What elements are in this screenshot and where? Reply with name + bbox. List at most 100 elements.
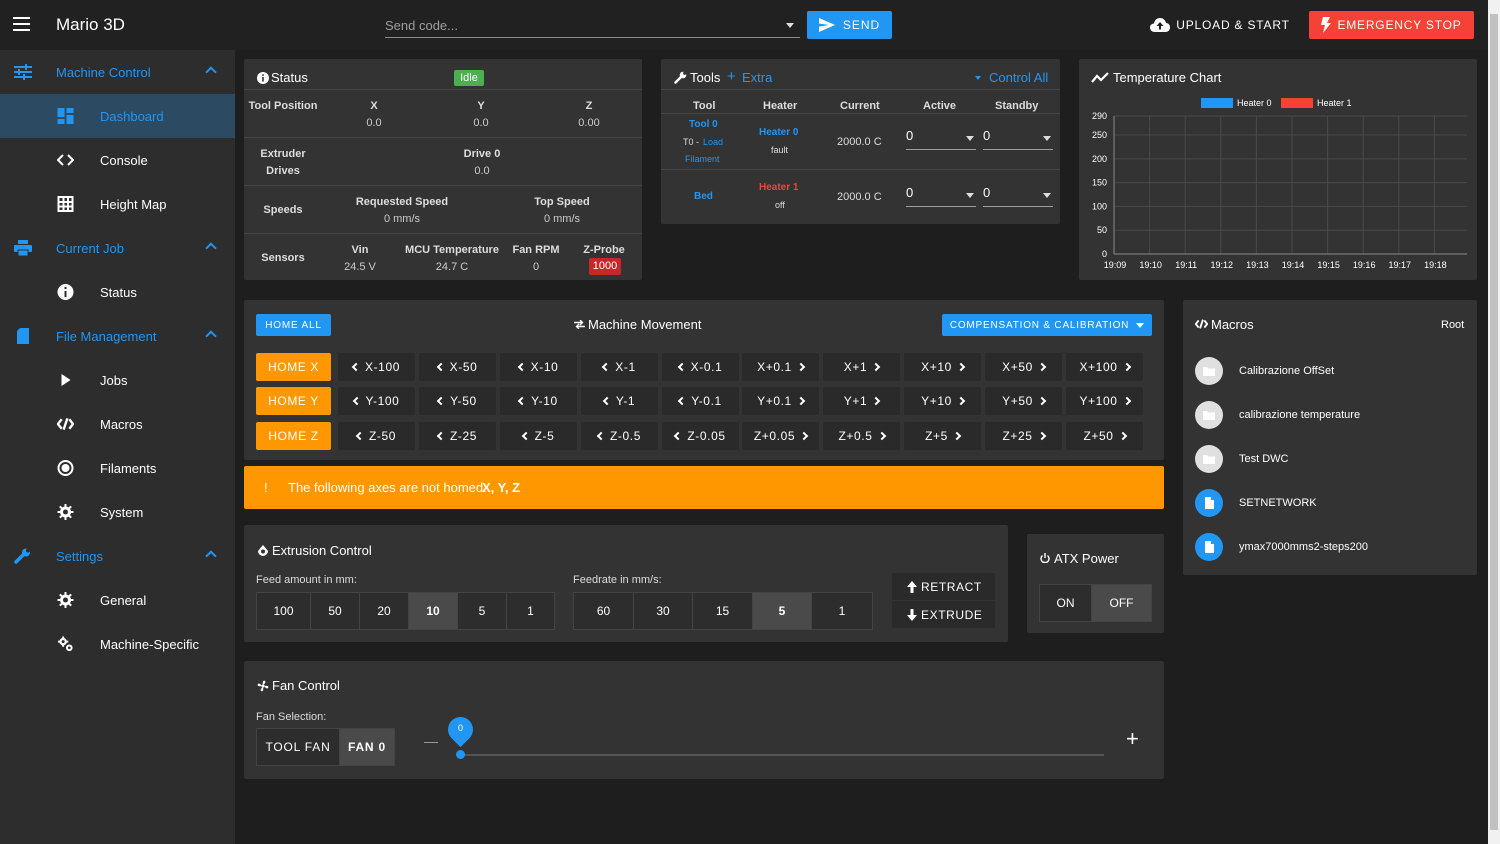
move-button[interactable]: Z-0.5	[581, 422, 658, 450]
heater-1-active-select[interactable]: 0	[906, 185, 976, 207]
macro-name: ymax7000mms2-steps200	[1239, 541, 1369, 553]
move-button[interactable]: Z-0.05	[662, 422, 739, 450]
fan-0-button[interactable]: FAN 0	[340, 729, 394, 765]
move-button[interactable]: Z+25	[985, 422, 1062, 450]
decrease-fan-button[interactable]: —	[424, 733, 438, 749]
scrollbar-thumb[interactable]	[1490, 14, 1498, 830]
send-button[interactable]: SEND	[807, 11, 892, 39]
page-scrollbar[interactable]	[1488, 0, 1500, 844]
filament-link[interactable]: Filament	[685, 154, 720, 164]
nav-item-height-map[interactable]: Height Map	[0, 182, 235, 226]
move-button[interactable]: Y+0.1	[742, 387, 819, 415]
macro-list-item[interactable]: ymax7000mms2-steps200	[1183, 527, 1477, 571]
feedrate-option[interactable]: 60	[574, 593, 634, 629]
feedrate-option[interactable]: 30	[634, 593, 693, 629]
extrude-button[interactable]: EXTRUDE	[892, 601, 995, 628]
feed-amount-option[interactable]: 20	[360, 593, 409, 629]
move-button[interactable]: X+100	[1066, 353, 1143, 381]
move-button[interactable]: Y+50	[985, 387, 1062, 415]
move-button[interactable]: Y-0.1	[662, 387, 739, 415]
fan-slider-track[interactable]	[460, 754, 1104, 756]
nav-group-file-management[interactable]: File Management	[0, 314, 235, 358]
fan-slider-thumb[interactable]	[456, 750, 465, 759]
move-button[interactable]: X+50	[985, 353, 1062, 381]
move-button[interactable]: X-1	[581, 353, 658, 381]
feed-amount-option[interactable]: 5	[458, 593, 507, 629]
emergency-stop-button[interactable]: EMERGENCY STOP	[1309, 11, 1474, 39]
move-button[interactable]: Z+50	[1066, 422, 1143, 450]
heater-0-active-select[interactable]: 0	[906, 128, 976, 150]
bed-name[interactable]: Bed	[694, 191, 713, 202]
heater-1-name[interactable]: Heater 1	[759, 182, 798, 193]
move-button[interactable]: Z+5	[904, 422, 981, 450]
move-button[interactable]: Y-1	[581, 387, 658, 415]
move-button[interactable]: X-50	[419, 353, 496, 381]
extra-link[interactable]: Extra	[742, 70, 772, 85]
plus-icon[interactable]: +	[727, 68, 736, 85]
atx-on-button[interactable]: ON	[1040, 585, 1092, 621]
nav-item-console[interactable]: Console	[0, 138, 235, 182]
move-button[interactable]: Y-10	[500, 387, 577, 415]
nav-item-system[interactable]: System	[0, 490, 235, 534]
home-y-button[interactable]: HOME Y	[256, 387, 331, 415]
move-button[interactable]: X+10	[904, 353, 981, 381]
tool-0-name[interactable]: Tool 0	[689, 119, 718, 130]
home-z-button[interactable]: HOME Z	[256, 422, 331, 450]
control-all-link[interactable]: Control All	[989, 70, 1048, 85]
nav-group-machine-control[interactable]: Machine Control	[0, 50, 235, 94]
move-button[interactable]: Y+100	[1066, 387, 1143, 415]
menu-icon[interactable]	[13, 17, 30, 31]
upload-start-button[interactable]: UPLOAD & START	[1145, 11, 1295, 39]
move-button[interactable]: X+0.1	[742, 353, 819, 381]
move-button[interactable]: Y+1	[823, 387, 900, 415]
nav-item-machine-specific[interactable]: Machine-Specific	[0, 622, 235, 666]
home-x-button[interactable]: HOME X	[256, 353, 331, 381]
move-button[interactable]: Z-50	[338, 422, 415, 450]
mcu-temperature-label: MCU Temperature	[405, 244, 499, 256]
move-button[interactable]: X+1	[823, 353, 900, 381]
move-button[interactable]: Y+10	[904, 387, 981, 415]
nav-item-filaments[interactable]: Filaments	[0, 446, 235, 490]
compensation-calibration-button[interactable]: COMPENSATION & CALIBRATION	[942, 314, 1152, 336]
nav-item-jobs[interactable]: Jobs	[0, 358, 235, 402]
macro-list-item[interactable]: calibrazione temperature	[1183, 395, 1477, 439]
feed-amount-option[interactable]: 100	[257, 593, 311, 629]
move-button[interactable]: Z-25	[419, 422, 496, 450]
feedrate-option[interactable]: 1	[812, 593, 872, 629]
feed-amount-option[interactable]: 50	[311, 593, 360, 629]
heater-0-name[interactable]: Heater 0	[759, 127, 798, 138]
move-button[interactable]: Y-50	[419, 387, 496, 415]
macros-breadcrumb-root[interactable]: Root	[1441, 319, 1464, 331]
heater-1-standby-select[interactable]: 0	[983, 185, 1053, 207]
nav-group-current-job[interactable]: Current Job	[0, 226, 235, 270]
retract-label: RETRACT	[921, 579, 982, 594]
feedrate-option[interactable]: 15	[693, 593, 753, 629]
load-filament-link[interactable]: Load	[703, 137, 723, 147]
nav-group-settings[interactable]: Settings	[0, 534, 235, 578]
move-button[interactable]: Z+0.05	[742, 422, 819, 450]
send-code-input[interactable]: Send code...	[385, 12, 800, 38]
feed-amount-option[interactable]: 1	[507, 593, 554, 629]
move-button[interactable]: X-100	[338, 353, 415, 381]
heater-0-standby-select[interactable]: 0	[983, 128, 1053, 150]
nav-item-macros[interactable]: Macros	[0, 402, 235, 446]
increase-fan-button[interactable]: +	[1126, 726, 1139, 752]
feed-amount-option[interactable]: 10	[409, 593, 458, 629]
home-all-button[interactable]: HOME ALL	[256, 314, 331, 336]
dropdown-arrow-icon[interactable]	[786, 23, 794, 28]
macro-list-item[interactable]: Test DWC	[1183, 439, 1477, 483]
nav-item-status[interactable]: Status	[0, 270, 235, 314]
nav-item-general[interactable]: General	[0, 578, 235, 622]
move-button[interactable]: X-10	[500, 353, 577, 381]
feedrate-option[interactable]: 5	[753, 593, 812, 629]
nav-item-dashboard[interactable]: Dashboard	[0, 94, 235, 138]
move-button[interactable]: Y-100	[338, 387, 415, 415]
move-button[interactable]: Z+0.5	[823, 422, 900, 450]
tool-fan-button[interactable]: TOOL FAN	[257, 729, 340, 765]
atx-off-button[interactable]: OFF	[1092, 585, 1151, 621]
retract-button[interactable]: RETRACT	[892, 573, 995, 600]
move-button[interactable]: X-0.1	[662, 353, 739, 381]
macro-list-item[interactable]: Calibrazione OffSet	[1183, 351, 1477, 395]
move-button[interactable]: Z-5	[500, 422, 577, 450]
macro-list-item[interactable]: SETNETWORK	[1183, 483, 1477, 527]
